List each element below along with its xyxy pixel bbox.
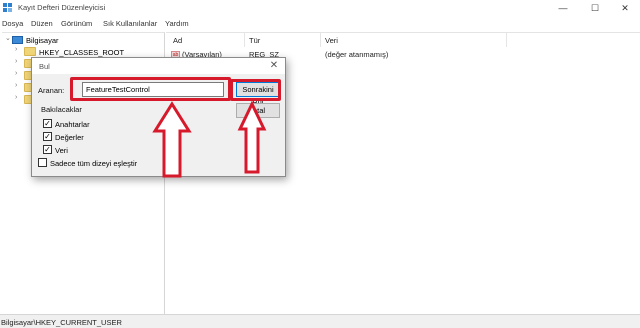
checkbox-data-label: Veri — [55, 146, 68, 155]
chevron-down-icon[interactable]: ⌄ — [5, 34, 11, 42]
column-header-data[interactable]: Veri — [325, 36, 338, 45]
column-header-name[interactable]: Ad — [173, 36, 182, 45]
tree-item-computer[interactable]: Bilgisayar — [26, 36, 59, 45]
checkbox-values-label: Değerler — [55, 133, 84, 142]
maximize-button[interactable]: ☐ — [580, 0, 610, 16]
checkbox-whole-string-label: Sadece tüm dizeyi eşleştir — [50, 159, 138, 168]
annotation-highlight-find-next — [230, 79, 281, 101]
dialog-close-icon[interactable]: ✕ — [267, 59, 281, 73]
menu-favorites[interactable]: Sık Kullanılanlar — [103, 19, 157, 28]
look-at-group: Bakılacaklar ✓ Anahtarlar ✓ Değerler ✓ V… — [37, 105, 152, 156]
column-divider[interactable] — [244, 33, 245, 47]
column-divider[interactable] — [320, 33, 321, 47]
column-divider[interactable] — [506, 33, 507, 47]
chevron-right-icon[interactable]: › — [15, 94, 17, 101]
menu-help[interactable]: Yardım — [165, 19, 189, 28]
menu-bar: Dosya Düzen Görünüm Sık Kullanılanlar Ya… — [0, 16, 640, 30]
chevron-right-icon[interactable]: › — [15, 46, 17, 53]
registry-icon — [3, 3, 12, 12]
menu-file[interactable]: Dosya — [2, 19, 23, 28]
annotation-highlight-search — [70, 77, 231, 101]
annotation-arrow-up-icon — [152, 101, 192, 178]
checkbox-keys-box[interactable]: ✓ — [43, 119, 52, 128]
checkbox-whole-string-box[interactable] — [38, 158, 47, 167]
status-path: Bilgisayar\HKEY_CURRENT_USER — [1, 318, 122, 327]
dialog-title: Bul — [39, 62, 50, 71]
menu-view[interactable]: Görünüm — [61, 19, 92, 28]
minimize-button[interactable]: — — [548, 0, 578, 16]
checkbox-values-box[interactable]: ✓ — [43, 132, 52, 141]
menu-edit[interactable]: Düzen — [31, 19, 53, 28]
close-window-button[interactable]: ✕ — [610, 0, 640, 16]
title-bar: Kayıt Defteri Düzenleyicisi — ☐ ✕ — [0, 0, 640, 16]
value-data: (değer atanmamış) — [325, 50, 389, 59]
checkbox-keys-label: Anahtarlar — [55, 120, 90, 129]
dialog-title-bar[interactable]: Bul ✕ — [32, 58, 285, 74]
computer-icon — [12, 36, 23, 44]
chevron-right-icon[interactable]: › — [15, 70, 17, 77]
chevron-right-icon[interactable]: › — [15, 58, 17, 65]
annotation-arrow-up-icon — [237, 100, 267, 174]
tree-item-hkey-classes-root[interactable]: HKEY_CLASSES_ROOT — [39, 48, 124, 57]
chevron-right-icon[interactable]: › — [15, 82, 17, 89]
window-title: Kayıt Defteri Düzenleyicisi — [18, 3, 106, 12]
search-label: Aranan: — [38, 86, 65, 95]
status-bar: Bilgisayar\HKEY_CURRENT_USER — [0, 314, 640, 328]
checkbox-data-box[interactable]: ✓ — [43, 145, 52, 154]
folder-icon — [24, 47, 36, 56]
look-at-label: Bakılacaklar — [40, 105, 83, 114]
column-header-type[interactable]: Tür — [249, 36, 260, 45]
